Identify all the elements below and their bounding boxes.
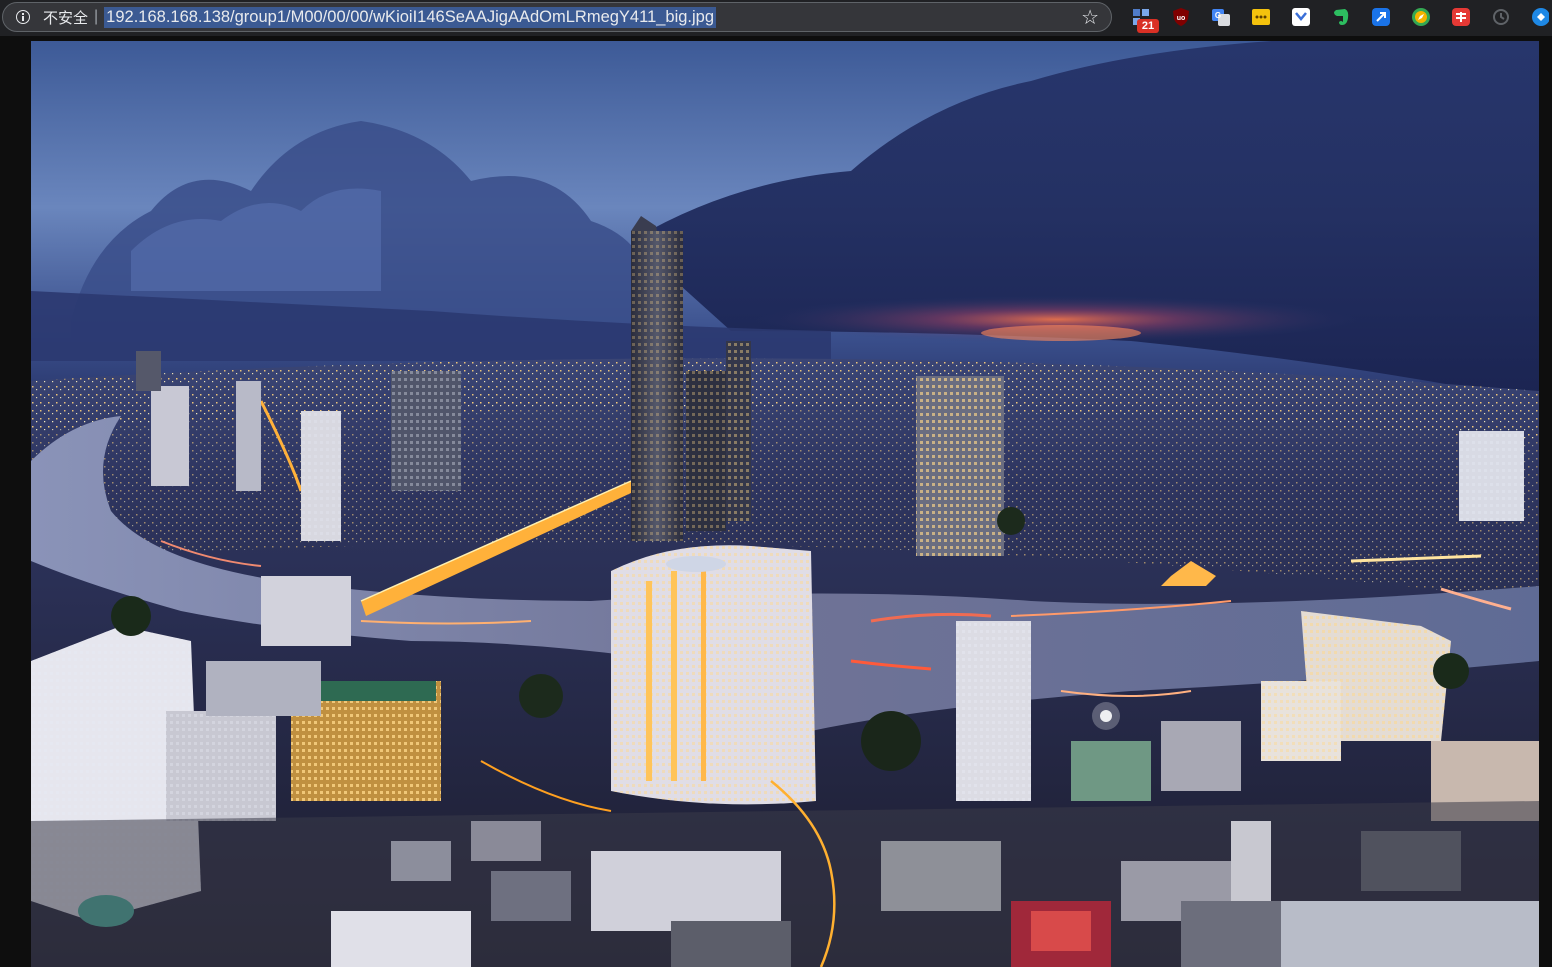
separator: |: [94, 8, 99, 25]
svg-text:uo: uo: [1177, 15, 1186, 22]
address-bar[interactable]: 不安全 | 192.168.168.138/group1/M00/00/00/w…: [2, 2, 1112, 32]
info-icon[interactable]: [16, 10, 30, 24]
extension-badge: 21: [1137, 19, 1159, 33]
translate-icon[interactable]: G: [1211, 7, 1231, 27]
svg-text:G: G: [1215, 11, 1221, 20]
shortcut-icon[interactable]: [1371, 7, 1391, 27]
evernote-icon[interactable]: [1331, 7, 1351, 27]
bookmark-star-icon[interactable]: ☆: [1081, 7, 1099, 27]
sync-icon[interactable]: [1491, 7, 1511, 27]
blue-app-icon[interactable]: [1531, 7, 1550, 27]
url-text[interactable]: 192.168.168.138/group1/M00/00/00/wKioiI1…: [104, 6, 717, 28]
notes-icon[interactable]: [1251, 7, 1271, 27]
city-night-photo[interactable]: [31, 41, 1539, 967]
browser-toolbar: 不安全 | 192.168.168.138/group1/M00/00/00/w…: [0, 0, 1552, 36]
pocket-icon[interactable]: [1291, 7, 1311, 27]
image-viewer: [0, 36, 1552, 967]
security-label[interactable]: 不安全: [43, 7, 88, 28]
ublock-icon[interactable]: uo: [1171, 7, 1191, 27]
red-app-icon[interactable]: [1451, 7, 1471, 27]
compass-icon[interactable]: [1411, 7, 1431, 27]
